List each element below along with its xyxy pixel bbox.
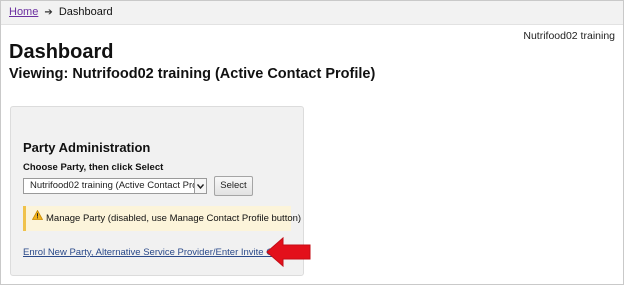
manage-party-warning: Manage Party (disabled, use Manage Conta…	[23, 205, 301, 231]
party-select-value: Nutrifood02 training (Active Contact Pro…	[30, 180, 207, 191]
select-button[interactable]: Select	[214, 176, 253, 196]
breadcrumb: Home ➔ Dashboard	[1, 1, 623, 25]
page-title: Dashboard	[9, 41, 114, 63]
party-select[interactable]: Nutrifood02 training (Active Contact Pro…	[23, 178, 207, 194]
red-arrow-icon	[266, 236, 311, 273]
party-administration-panel: Party Administration Choose Party, then …	[10, 106, 304, 276]
choose-party-label: Choose Party, then click Select	[23, 162, 164, 173]
chevron-down-icon[interactable]	[194, 179, 206, 193]
arrow-right-icon: ➔	[44, 7, 53, 18]
warning-triangle-icon	[31, 205, 44, 230]
enrol-new-party-link[interactable]: Enrol New Party, Alternative Service Pro…	[23, 247, 289, 258]
page-subtitle: Viewing: Nutrifood02 training (Active Co…	[9, 66, 376, 82]
panel-title: Party Administration	[23, 140, 151, 155]
warning-text: Manage Party (disabled, use Manage Conta…	[46, 213, 302, 225]
breadcrumb-current: Dashboard	[58, 6, 113, 18]
user-name: Nutrifood02 training	[523, 30, 615, 42]
breadcrumb-home-link[interactable]: Home	[9, 6, 38, 18]
